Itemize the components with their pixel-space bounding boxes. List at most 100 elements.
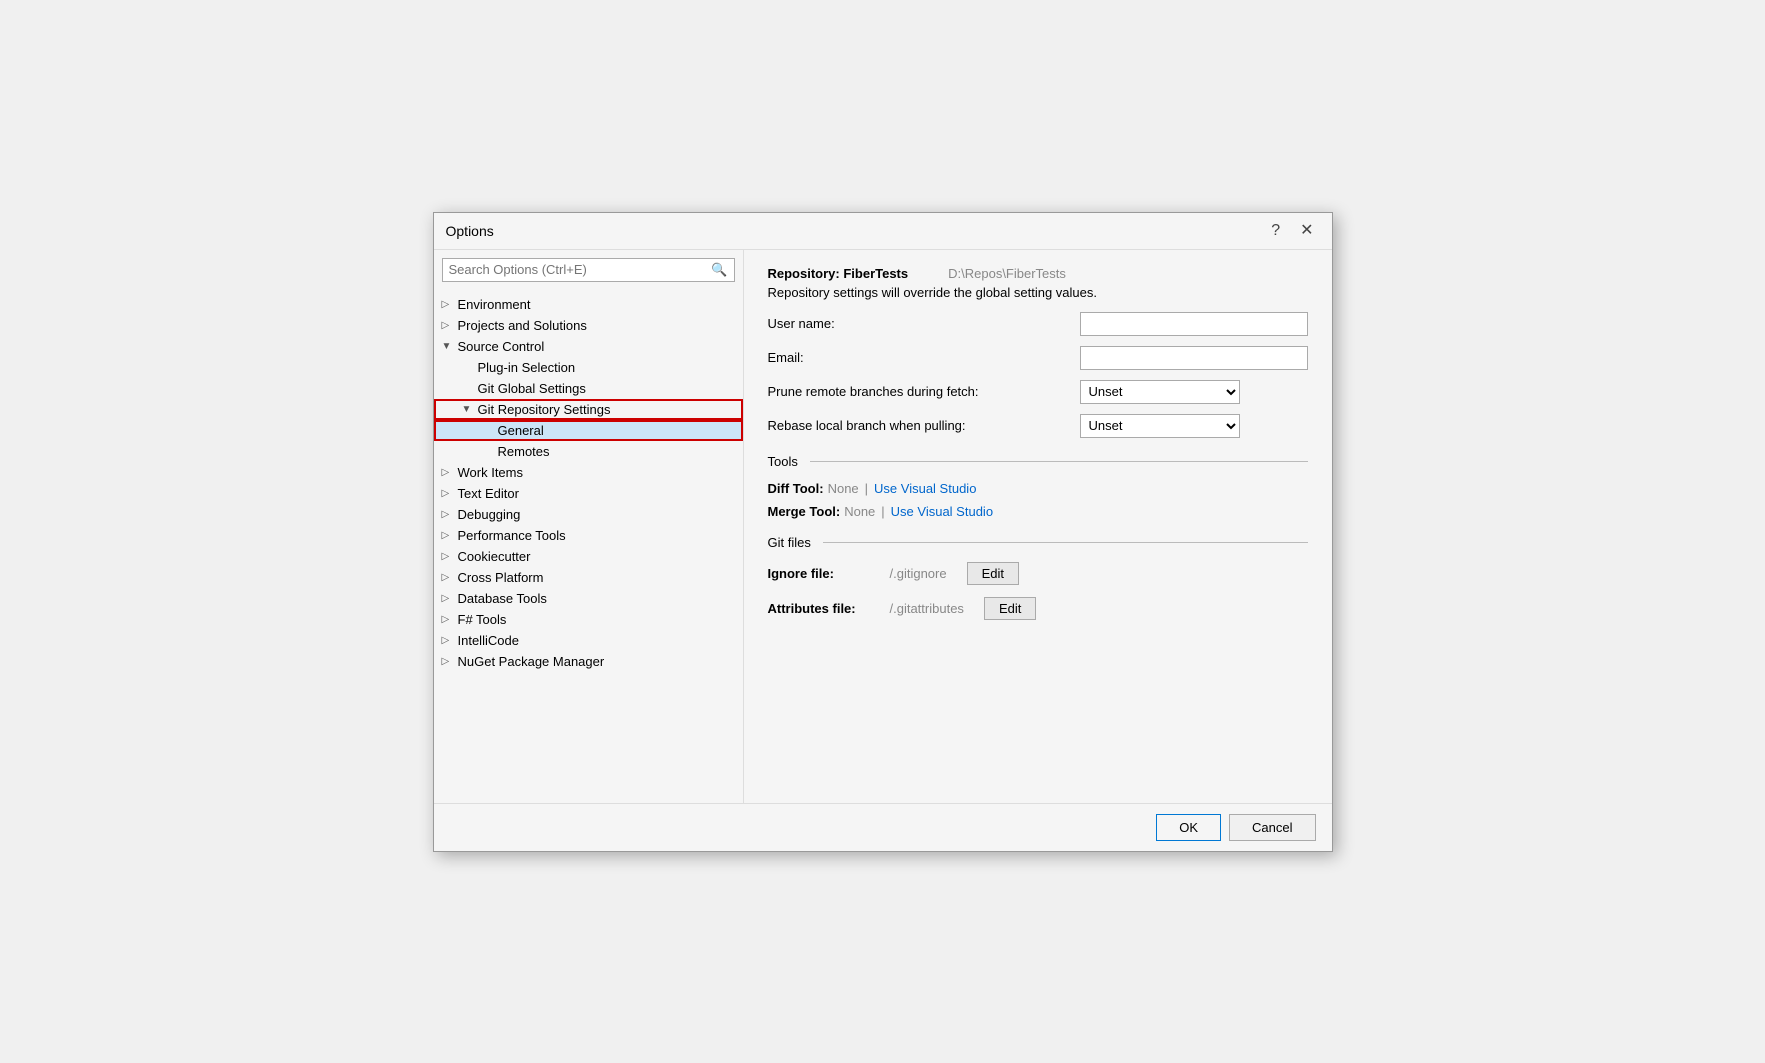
tree-item-performance-tools[interactable]: ▷Performance Tools [434, 525, 743, 546]
diff-tool-row: Diff Tool: None | Use Visual Studio [768, 481, 1308, 496]
diff-sep: | [865, 481, 868, 496]
git-files-section-header: Git files [768, 535, 1308, 550]
left-panel: 🔍 ▷Environment▷Projects and Solutions▼So… [434, 250, 744, 803]
tree-arrow-fsharp-tools: ▷ [442, 614, 458, 625]
tree-item-database-tools[interactable]: ▷Database Tools [434, 588, 743, 609]
tree-arrow-nuget-manager: ▷ [442, 656, 458, 667]
tree-item-environment[interactable]: ▷Environment [434, 294, 743, 315]
tree-label-text-editor: Text Editor [458, 486, 735, 501]
merge-sep: | [881, 504, 884, 519]
diff-tool-label: Diff Tool: [768, 481, 824, 496]
tree-label-intellicode: IntelliCode [458, 633, 735, 648]
dialog-footer: OK Cancel [434, 803, 1332, 851]
tree-label-source-control: Source Control [458, 339, 735, 354]
dialog-title: Options [446, 223, 494, 239]
diff-use-vs-link[interactable]: Use Visual Studio [874, 481, 976, 496]
tree-arrow-cross-platform: ▷ [442, 572, 458, 583]
tree-item-text-editor[interactable]: ▷Text Editor [434, 483, 743, 504]
merge-tool-value: None [844, 504, 875, 519]
tree-item-work-items[interactable]: ▷Work Items [434, 462, 743, 483]
right-panel: Repository: FiberTests D:\Repos\FiberTes… [744, 250, 1332, 803]
repo-name: Repository: FiberTests [768, 266, 909, 281]
dialog-body: 🔍 ▷Environment▷Projects and Solutions▼So… [434, 250, 1332, 803]
tree-arrow-source-control: ▼ [442, 341, 458, 352]
tree-label-database-tools: Database Tools [458, 591, 735, 606]
options-dialog: Options ? ✕ 🔍 ▷Environment▷Projects and … [433, 212, 1333, 852]
tree-label-fsharp-tools: F# Tools [458, 612, 735, 627]
username-label: User name: [768, 316, 1068, 331]
tree-item-plugin-selection[interactable]: Plug-in Selection [434, 357, 743, 378]
search-input[interactable] [449, 262, 712, 277]
prune-label: Prune remote branches during fetch: [768, 384, 1068, 399]
tree-arrow-intellicode: ▷ [442, 635, 458, 646]
repo-header: Repository: FiberTests D:\Repos\FiberTes… [768, 266, 1308, 300]
tree-item-general[interactable]: General [434, 420, 743, 441]
tree-item-fsharp-tools[interactable]: ▷F# Tools [434, 609, 743, 630]
tree-item-projects-solutions[interactable]: ▷Projects and Solutions [434, 315, 743, 336]
title-bar-actions: ? ✕ [1265, 221, 1319, 241]
attrs-edit-button[interactable]: Edit [984, 597, 1036, 620]
tree-item-intellicode[interactable]: ▷IntelliCode [434, 630, 743, 651]
tree-panel: ▷Environment▷Projects and Solutions▼Sour… [434, 290, 743, 803]
tree-item-cookiecutter[interactable]: ▷Cookiecutter [434, 546, 743, 567]
email-label: Email: [768, 350, 1068, 365]
rebase-row: Rebase local branch when pulling: UnsetT… [768, 414, 1308, 438]
tree-arrow-environment: ▷ [442, 299, 458, 310]
ok-button[interactable]: OK [1156, 814, 1221, 841]
tools-section-header: Tools [768, 454, 1308, 469]
help-button[interactable]: ? [1265, 221, 1286, 241]
repo-path: D:\Repos\FiberTests [948, 266, 1066, 281]
ignore-file-row: Ignore file: /.gitignore Edit [768, 562, 1308, 585]
username-input[interactable] [1080, 312, 1308, 336]
cancel-button[interactable]: Cancel [1229, 814, 1315, 841]
tree-label-nuget-manager: NuGet Package Manager [458, 654, 735, 669]
email-row: Email: [768, 346, 1308, 370]
username-row: User name: [768, 312, 1308, 336]
tree-arrow-debugging: ▷ [442, 509, 458, 520]
tree-label-debugging: Debugging [458, 507, 735, 522]
tree-arrow-performance-tools: ▷ [442, 530, 458, 541]
tree-label-environment: Environment [458, 297, 735, 312]
attrs-file-value: /.gitattributes [890, 601, 964, 616]
prune-select[interactable]: UnsetTrueFalse [1080, 380, 1240, 404]
tree-item-git-repository-settings[interactable]: ▼Git Repository Settings [434, 399, 743, 420]
tree-arrow-work-items: ▷ [442, 467, 458, 478]
tree-arrow-git-repository-settings: ▼ [462, 404, 478, 415]
ignore-edit-button[interactable]: Edit [967, 562, 1019, 585]
title-bar: Options ? ✕ [434, 213, 1332, 250]
tree-label-cross-platform: Cross Platform [458, 570, 735, 585]
tree-item-cross-platform[interactable]: ▷Cross Platform [434, 567, 743, 588]
tree-label-remotes: Remotes [498, 444, 735, 459]
tree-label-general: General [498, 423, 735, 438]
tree-item-debugging[interactable]: ▷Debugging [434, 504, 743, 525]
close-button[interactable]: ✕ [1294, 221, 1319, 241]
rebase-label: Rebase local branch when pulling: [768, 418, 1068, 433]
merge-tool-label: Merge Tool: [768, 504, 841, 519]
tree-label-performance-tools: Performance Tools [458, 528, 735, 543]
tree-item-git-global-settings[interactable]: Git Global Settings [434, 378, 743, 399]
tree-label-work-items: Work Items [458, 465, 735, 480]
tree-arrow-cookiecutter: ▷ [442, 551, 458, 562]
ignore-file-label: Ignore file: [768, 566, 878, 581]
tree-item-nuget-manager[interactable]: ▷NuGet Package Manager [434, 651, 743, 672]
tree-arrow-projects-solutions: ▷ [442, 320, 458, 331]
tree-label-projects-solutions: Projects and Solutions [458, 318, 735, 333]
tree-item-source-control[interactable]: ▼Source Control [434, 336, 743, 357]
rebase-select[interactable]: UnsetTrueFalse [1080, 414, 1240, 438]
tree-arrow-text-editor: ▷ [442, 488, 458, 499]
search-box[interactable]: 🔍 [442, 258, 735, 282]
tree-item-remotes[interactable]: Remotes [434, 441, 743, 462]
tree-label-git-repository-settings: Git Repository Settings [478, 402, 735, 417]
ignore-file-value: /.gitignore [890, 566, 947, 581]
diff-tool-value: None [828, 481, 859, 496]
attrs-file-label: Attributes file: [768, 601, 878, 616]
repo-subtitle: Repository settings will override the gl… [768, 285, 1308, 300]
tree-label-cookiecutter: Cookiecutter [458, 549, 735, 564]
tree-arrow-database-tools: ▷ [442, 593, 458, 604]
repo-title-line: Repository: FiberTests D:\Repos\FiberTes… [768, 266, 1308, 281]
search-icon: 🔍 [711, 262, 727, 278]
attrs-file-row: Attributes file: /.gitattributes Edit [768, 597, 1308, 620]
email-input[interactable] [1080, 346, 1308, 370]
merge-use-vs-link[interactable]: Use Visual Studio [891, 504, 993, 519]
tree-label-plugin-selection: Plug-in Selection [478, 360, 735, 375]
